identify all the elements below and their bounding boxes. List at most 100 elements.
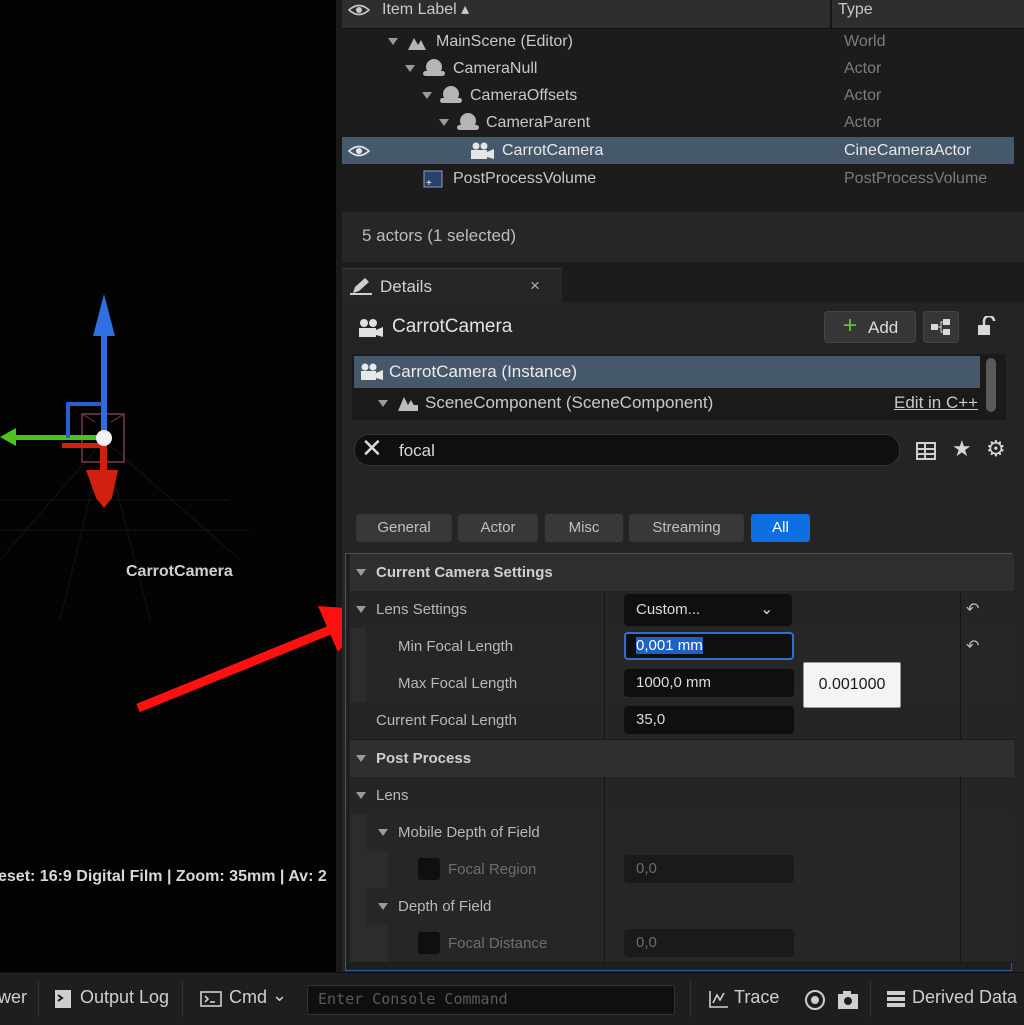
collapse-arrow-icon[interactable]: [356, 606, 366, 613]
add-label: Add: [868, 318, 899, 337]
components-scrollbar[interactable]: [986, 358, 996, 412]
expand-arrow-icon[interactable]: [405, 65, 415, 72]
row-type: PostProcessVolume: [844, 170, 988, 187]
focal-region-input[interactable]: 0,0: [624, 855, 794, 883]
tab-details[interactable]: Details ×: [342, 268, 562, 303]
row-type: Actor: [844, 87, 882, 104]
clear-search-icon[interactable]: ✕: [361, 433, 383, 464]
level-viewport[interactable]: CarrotCamera eset: 16:9 Digital Film | Z…: [0, 0, 336, 972]
world-icon: [408, 38, 426, 50]
property-current-focal-length[interactable]: Current Focal Length 35,0: [350, 702, 1014, 740]
category-current-camera-settings[interactable]: Current Camera Settings: [350, 554, 1014, 592]
outliner-row-postprocessvolume[interactable]: + PostProcessVolume PostProcessVolume: [342, 165, 1014, 192]
type-column-header[interactable]: Type: [838, 0, 873, 20]
gizmo-center[interactable]: [96, 430, 112, 446]
collapse-arrow-icon[interactable]: [356, 792, 366, 799]
property-label: Focal Region: [448, 861, 537, 878]
min-focal-length-input[interactable]: 0,001 mm: [624, 632, 794, 660]
component-row-scene[interactable]: SceneComponent (SceneComponent) Edit in …: [354, 388, 980, 418]
property-grid: Current Camera Settings Lens Settings Cu…: [345, 553, 1014, 971]
add-component-button[interactable]: + Add: [824, 311, 916, 343]
post-process-volume-icon: +: [423, 170, 443, 189]
component-row-instance[interactable]: CarrotCamera (Instance): [354, 356, 980, 388]
content-drawer-button[interactable]: wer: [0, 987, 27, 1008]
record-icon[interactable]: [804, 989, 826, 1011]
filter-actor-button[interactable]: Actor: [458, 514, 538, 542]
outliner-row-carrotcamera[interactable]: CarrotCamera CineCameraActor: [342, 137, 1014, 164]
close-icon[interactable]: ×: [530, 276, 540, 296]
actor-label: CarrotCamera: [126, 563, 233, 580]
svg-text:+: +: [426, 178, 432, 189]
settings-gear-icon[interactable]: ⚙: [986, 436, 1006, 462]
focal-distance-input[interactable]: 0,0: [624, 929, 794, 957]
lens-settings-dropdown[interactable]: Custom... ⌄: [624, 594, 792, 626]
chevron-down-icon[interactable]: ⌄: [272, 985, 287, 1006]
input-value: 0,001 mm: [636, 637, 703, 654]
group-depth-of-field[interactable]: Depth of Field: [350, 888, 1014, 926]
terminal-icon: [200, 991, 222, 1007]
property-min-focal-length[interactable]: Min Focal Length 0,001 mm ↶: [350, 628, 1014, 666]
details-search-input[interactable]: ✕ focal: [354, 433, 900, 466]
console-command-input[interactable]: Enter Console Command: [307, 985, 675, 1015]
eye-icon[interactable]: [348, 143, 370, 159]
output-log-icon: [55, 990, 71, 1008]
edit-in-cpp-link[interactable]: Edit in C++: [894, 393, 978, 413]
outliner-status-bar: 5 actors (1 selected): [342, 212, 1024, 262]
group-lens[interactable]: Lens: [350, 777, 1014, 815]
reset-to-default-icon[interactable]: ↶: [966, 636, 979, 656]
output-log-button[interactable]: Output Log: [80, 987, 169, 1008]
expand-arrow-icon[interactable]: [422, 92, 432, 99]
table-view-icon[interactable]: [916, 442, 936, 460]
row-type: Actor: [844, 114, 882, 131]
outliner-row-cameranull[interactable]: CameraNull Actor: [342, 55, 1014, 82]
current-focal-length-input[interactable]: 35,0: [624, 706, 794, 734]
expand-arrow-icon[interactable]: [378, 400, 388, 407]
filter-general-button[interactable]: General: [356, 514, 452, 542]
group-mobile-depth-of-field[interactable]: Mobile Depth of Field: [350, 814, 1014, 852]
collapse-arrow-icon[interactable]: [378, 829, 388, 836]
filter-all-button[interactable]: All: [751, 514, 810, 542]
trace-icon: [709, 991, 728, 1008]
property-focal-region[interactable]: Focal Region 0,0: [350, 851, 1014, 889]
favorites-star-icon[interactable]: ★: [952, 436, 972, 462]
cine-camera-icon: [361, 363, 383, 380]
cmd-selector[interactable]: Cmd: [229, 987, 267, 1008]
expand-arrow-icon[interactable]: [388, 38, 398, 45]
property-focal-distance[interactable]: Focal Distance 0,0: [350, 925, 1014, 963]
trace-button[interactable]: Trace: [734, 987, 779, 1008]
outliner-row-cameraparent[interactable]: CameraParent Actor: [342, 109, 1014, 136]
filter-streaming-button[interactable]: Streaming: [629, 514, 744, 542]
lock-icon[interactable]: [976, 316, 996, 338]
item-label-column-header[interactable]: Item Label ▴: [382, 0, 469, 20]
row-name: CameraNull: [453, 60, 538, 77]
component-label: SceneComponent (SceneComponent): [425, 393, 714, 412]
gizmo-y-axis[interactable]: [0, 402, 102, 446]
property-max-focal-length[interactable]: Max Focal Length 1000,0 mm: [350, 665, 1014, 703]
screenshot-icon[interactable]: [836, 989, 860, 1011]
collapse-arrow-icon[interactable]: [356, 755, 366, 762]
focal-distance-override-checkbox[interactable]: [418, 932, 440, 954]
category-label: Current Camera Settings: [376, 564, 553, 581]
value-tooltip: 0.001000: [803, 662, 901, 708]
focal-region-override-checkbox[interactable]: [418, 858, 440, 880]
max-focal-length-input[interactable]: 1000,0 mm: [624, 669, 794, 697]
eye-icon[interactable]: [348, 2, 370, 18]
collapse-arrow-icon[interactable]: [378, 903, 388, 910]
chevron-down-icon: ⌄: [760, 601, 774, 618]
property-label: Max Focal Length: [398, 675, 518, 692]
category-post-process[interactable]: Post Process: [350, 740, 1014, 778]
blueprint-button[interactable]: [923, 311, 959, 343]
outliner-row-cameraoffsets[interactable]: CameraOffsets Actor: [342, 82, 1014, 109]
group-label: Mobile Depth of Field: [398, 824, 540, 841]
outliner-row-mainscene[interactable]: MainScene (Editor) World: [342, 28, 1014, 55]
expand-arrow-icon[interactable]: [439, 119, 449, 126]
derived-data-button[interactable]: Derived Data: [912, 987, 1017, 1008]
details-body: CarrotCamera + Add CarrotCamera (Instanc…: [342, 302, 1024, 972]
header-divider[interactable]: [830, 0, 832, 28]
property-lens-settings[interactable]: Lens Settings Custom... ⌄ ↶: [350, 591, 1014, 629]
reset-to-default-icon[interactable]: ↶: [966, 599, 979, 619]
collapse-arrow-icon[interactable]: [356, 569, 366, 576]
world-outliner: Item Label ▴ Type MainScene (Editor) Wor…: [342, 0, 1024, 264]
filter-misc-button[interactable]: Misc: [545, 514, 623, 542]
outliner-header: Item Label ▴ Type: [342, 0, 1024, 29]
